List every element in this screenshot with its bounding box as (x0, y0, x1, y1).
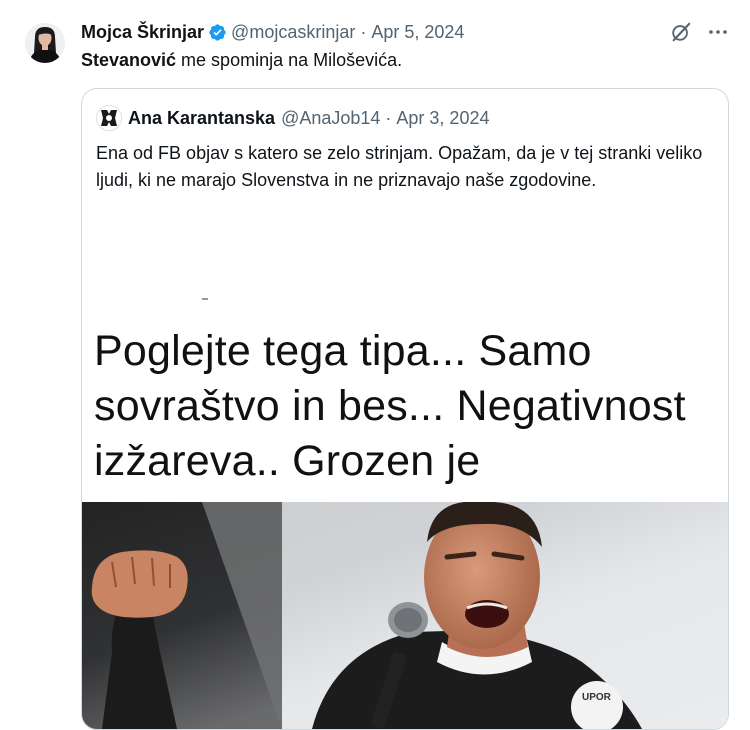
author-handle[interactable]: @mojcaskrinjar (231, 22, 355, 43)
author-avatar[interactable] (25, 23, 65, 63)
image-artifact (202, 298, 208, 300)
quoted-author-handle[interactable]: @AnaJob14 (281, 108, 380, 129)
tweet-header: Mojca Škrinjar @mojcaskrinjar · Apr 5, 2… (81, 18, 464, 46)
image-caption-line: izžareva.. Grozen je (94, 437, 481, 485)
tweet-date[interactable]: Apr 5, 2024 (371, 22, 464, 43)
quoted-tweet[interactable]: Ana Karantanska @AnaJob14 · Apr 3, 2024 … (81, 88, 729, 730)
quoted-separator-dot: · (385, 107, 392, 128)
quoted-tweet-header: Ana Karantanska @AnaJob14 · Apr 3, 2024 (96, 105, 489, 131)
tweet[interactable]: Mojca Škrinjar @mojcaskrinjar · Apr 5, 2… (0, 0, 750, 730)
more-icon[interactable] (706, 20, 730, 44)
quoted-tweet-text: Ena od FB objav s katero se zelo strinja… (96, 143, 703, 190)
verified-badge-icon (209, 23, 226, 41)
quoted-author-name[interactable]: Ana Karantanska (128, 108, 275, 129)
separator-dot: · (360, 21, 367, 42)
image-caption-line: sovraštvo in bes... Negativnost (94, 382, 686, 430)
tweet-text: Stevanović me spominja na Miloševića. (81, 47, 402, 73)
image-caption-line: Poglejte tega tipa... Samo (94, 327, 592, 375)
protest-photo: UPOR (82, 502, 728, 729)
quoted-tweet-image[interactable]: Poglejte tega tipa... Samo sovraštvo in … (82, 206, 728, 729)
grok-icon[interactable] (670, 21, 692, 43)
tweet-text-rest: me spominja na Miloševića. (176, 50, 403, 70)
image-caption: Poglejte tega tipa... Samo sovraštvo in … (94, 324, 724, 489)
tweet-text-bold: Stevanović (81, 50, 177, 70)
quoted-tweet-date[interactable]: Apr 3, 2024 (396, 108, 489, 129)
author-name[interactable]: Mojca Škrinjar (81, 22, 204, 43)
tweet-actions-top (670, 20, 730, 44)
shirt-badge-text: UPOR (582, 692, 611, 703)
quoted-author-avatar[interactable] (96, 105, 122, 131)
